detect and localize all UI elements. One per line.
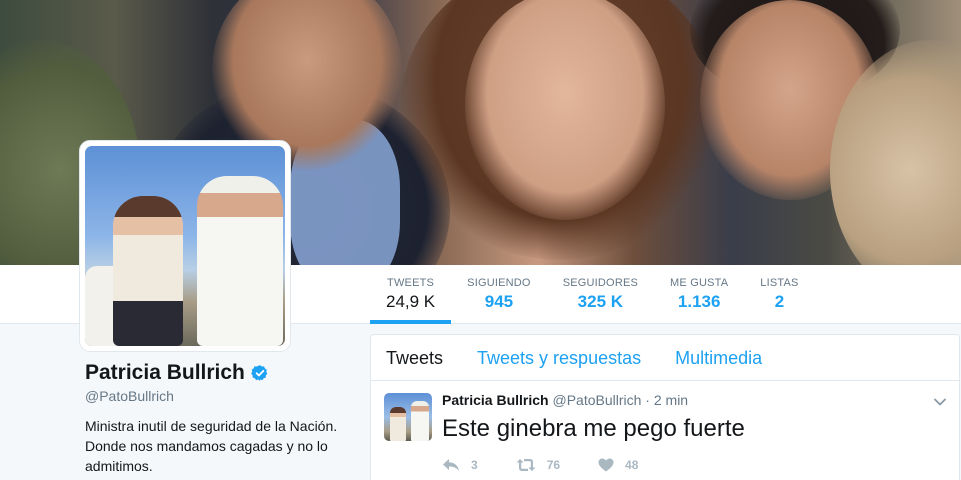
tweet[interactable]: Patricia Bullrich @PatoBullrich · 2 min … — [371, 381, 959, 472]
stat-followers[interactable]: SEGUIDORES 325 K — [547, 265, 654, 324]
tweet-actions: 3 76 48 — [442, 458, 944, 472]
tab-tweets-and-replies[interactable]: Tweets y respuestas — [477, 335, 641, 380]
tab-media[interactable]: Multimedia — [675, 335, 762, 380]
stat-label: LISTAS — [760, 277, 799, 289]
stat-label: SEGUIDORES — [562, 277, 639, 289]
stat-tweets[interactable]: TWEETS 24,9 K — [370, 265, 452, 324]
retweet-icon — [516, 459, 536, 471]
timeline-tabs: Tweets Tweets y respuestas Multimedia — [371, 335, 959, 381]
profile-card: Patricia Bullrich @PatoBullrich Ministra… — [85, 360, 365, 476]
profile-stats: TWEETS 24,9 K SIGUIENDO 945 SEGUIDORES 3… — [370, 265, 815, 324]
tweet-body: Patricia Bullrich @PatoBullrich · 2 min … — [442, 392, 944, 472]
profile-avatar[interactable] — [79, 140, 291, 352]
reply-count: 3 — [471, 458, 478, 472]
profile-page: TWEETS 24,9 K SIGUIENDO 945 SEGUIDORES 3… — [0, 0, 961, 480]
stat-value: 2 — [774, 292, 785, 311]
tweet-avatar[interactable] — [384, 393, 432, 441]
reply-action[interactable]: 3 — [442, 458, 478, 472]
verified-badge-icon — [251, 365, 268, 381]
stat-lists[interactable]: LISTAS 2 — [744, 265, 814, 324]
timeline: Tweets Tweets y respuestas Multimedia Pa… — [370, 334, 960, 480]
profile-handle[interactable]: @PatoBullrich — [85, 387, 365, 405]
profile-name[interactable]: Patricia Bullrich — [85, 361, 245, 385]
tab-tweets[interactable]: Tweets — [386, 335, 443, 380]
tweet-text: Este ginebra me pego fuerte — [442, 415, 745, 442]
stat-label: SIGUIENDO — [467, 277, 531, 289]
tweet-header: Patricia Bullrich @PatoBullrich · 2 min — [442, 392, 944, 409]
like-count: 48 — [625, 458, 639, 472]
stat-value: 325 K — [577, 292, 624, 311]
heart-icon — [598, 458, 614, 472]
stat-value: 24,9 K — [386, 292, 436, 311]
avatar-photo — [85, 146, 285, 346]
tweet-author-name[interactable]: Patricia Bullrich — [442, 392, 549, 408]
tweet-separator: · — [645, 392, 650, 408]
reply-icon — [443, 459, 459, 471]
retweet-count: 76 — [546, 458, 561, 472]
retweet-action[interactable]: 76 — [516, 458, 560, 472]
stat-value: 945 — [484, 292, 514, 311]
stat-label: ME GUSTA — [670, 277, 729, 289]
tweet-author-handle[interactable]: @PatoBullrich — [552, 392, 641, 408]
stat-likes[interactable]: ME GUSTA 1.136 — [654, 265, 744, 324]
caret-down-icon[interactable] — [933, 395, 947, 409]
name-row: Patricia Bullrich — [85, 360, 365, 386]
like-action[interactable]: 48 — [598, 458, 638, 472]
stat-value: 1.136 — [677, 292, 721, 311]
tweet-timestamp[interactable]: 2 min — [654, 392, 688, 408]
stat-following[interactable]: SIGUIENDO 945 — [451, 265, 547, 324]
profile-bio: Ministra inutil de seguridad de la Nació… — [85, 418, 338, 474]
stat-label: TWEETS — [387, 277, 435, 289]
